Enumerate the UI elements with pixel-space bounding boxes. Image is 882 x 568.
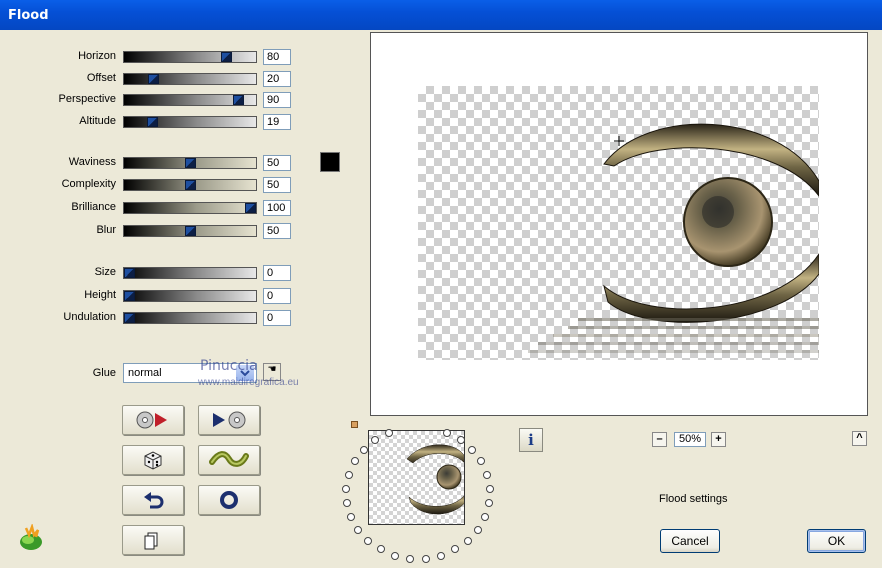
value-field-waviness[interactable]: 50	[263, 155, 291, 171]
slider-label-undulation: Undulation	[63, 311, 116, 323]
navigator-handle[interactable]	[351, 421, 358, 428]
slider-thumb[interactable]	[245, 203, 256, 213]
undo-button[interactable]	[122, 485, 184, 515]
status-text: Flood settings	[659, 493, 728, 505]
slider-height[interactable]	[123, 290, 257, 302]
wave-preset-button[interactable]	[198, 445, 260, 475]
slider-thumb[interactable]	[124, 313, 135, 323]
crosshair-cursor-icon	[614, 136, 624, 146]
copy-pages-icon	[144, 532, 158, 550]
slider-thumb[interactable]	[233, 95, 244, 105]
color-swatch[interactable]	[320, 152, 340, 172]
leaf-logo-icon	[20, 522, 42, 550]
random-button[interactable]	[122, 445, 184, 475]
slider-perspective[interactable]	[123, 94, 257, 106]
value-field-size[interactable]: 0	[263, 265, 291, 281]
disc-play-icon	[136, 411, 167, 429]
info-button[interactable]: i	[519, 428, 543, 452]
glue-label: Glue	[92, 367, 116, 379]
info-icon: i	[528, 431, 534, 449]
reset-button[interactable]	[198, 485, 260, 515]
zoom-in-button[interactable]: +	[711, 432, 726, 447]
zoom-level: 50%	[674, 432, 706, 447]
value-field-height[interactable]: 0	[263, 288, 291, 304]
slider-label-perspective: Perspective	[58, 93, 116, 105]
dial-dot[interactable]	[390, 551, 399, 560]
value-field-altitude[interactable]: 19	[263, 114, 291, 130]
dial-dot[interactable]	[421, 554, 430, 563]
water-reflection	[528, 318, 819, 353]
slider-label-height: Height	[84, 289, 116, 301]
slider-thumb[interactable]	[185, 158, 196, 168]
dial-dot[interactable]	[437, 551, 446, 560]
collapse-button[interactable]: ^	[852, 431, 867, 446]
slider-thumb[interactable]	[185, 180, 196, 190]
slider-label-blur: Blur	[96, 224, 116, 236]
slider-thumb[interactable]	[124, 291, 135, 301]
dial-dot[interactable]	[456, 435, 465, 444]
preview-artwork	[528, 123, 819, 353]
ring-icon	[220, 491, 238, 509]
slider-thumb[interactable]	[185, 226, 196, 236]
load-preset-button[interactable]	[122, 405, 184, 435]
value-field-blur[interactable]: 50	[263, 223, 291, 239]
thumbnail-artwork	[406, 444, 464, 515]
undo-icon	[144, 492, 164, 509]
slider-altitude[interactable]	[123, 116, 257, 128]
slider-label-complexity: Complexity	[61, 178, 116, 190]
slider-label-offset: Offset	[86, 72, 116, 84]
title-bar: Flood	[0, 0, 882, 30]
slider-thumb[interactable]	[148, 74, 159, 84]
value-field-perspective[interactable]: 90	[263, 92, 291, 108]
value-field-horizon[interactable]: 80	[263, 49, 291, 65]
zoom-out-button[interactable]: –	[652, 432, 667, 447]
hand-icon: ☚	[267, 364, 277, 375]
plugin-logo	[16, 522, 44, 552]
slider-label-altitude: Altitude	[79, 115, 116, 127]
value-field-brilliance[interactable]: 100	[263, 200, 291, 216]
slider-thumb[interactable]	[221, 52, 232, 62]
watermark-name: Pinuccia	[200, 358, 258, 374]
save-preset-button[interactable]	[198, 405, 260, 435]
dial-dot[interactable]	[406, 554, 415, 563]
slider-brilliance[interactable]	[123, 202, 257, 214]
watermark-url: www.maidiregrafica.eu	[198, 377, 299, 388]
ok-button[interactable]: OK	[807, 529, 866, 553]
window-title: Flood	[8, 8, 49, 23]
slider-horizon[interactable]	[123, 51, 257, 63]
dial-dot[interactable]	[359, 445, 368, 454]
slider-size[interactable]	[123, 267, 257, 279]
copy-button[interactable]	[122, 525, 184, 555]
slider-label-size: Size	[94, 266, 116, 278]
dial-dot[interactable]	[364, 536, 373, 545]
dial-dot[interactable]	[483, 470, 492, 479]
slider-offset[interactable]	[123, 73, 257, 85]
slider-label-waviness: Waviness	[68, 156, 116, 168]
dial-dot[interactable]	[354, 525, 363, 534]
dial-dot[interactable]	[384, 428, 393, 437]
dial-dot[interactable]	[485, 484, 494, 493]
dial-dot[interactable]	[463, 536, 472, 545]
cancel-button[interactable]: Cancel	[660, 529, 720, 553]
slider-thumb[interactable]	[124, 268, 135, 278]
value-field-undulation[interactable]: 0	[263, 310, 291, 326]
dice-icon	[144, 451, 162, 470]
slider-waviness[interactable]	[123, 157, 257, 169]
slider-complexity[interactable]	[123, 179, 257, 191]
dial-dot[interactable]	[346, 513, 355, 522]
wave-icon	[209, 451, 249, 467]
slider-label-horizon: Horizon	[78, 50, 116, 62]
slider-undulation[interactable]	[123, 312, 257, 324]
dial-dot[interactable]	[473, 525, 482, 534]
navigator-thumbnail[interactable]	[368, 430, 465, 525]
slider-label-brilliance: Brilliance	[71, 201, 116, 213]
dial-dot[interactable]	[342, 484, 351, 493]
value-field-complexity[interactable]: 50	[263, 177, 291, 193]
value-field-offset[interactable]: 20	[263, 71, 291, 87]
dial-dot[interactable]	[344, 470, 353, 479]
slider-thumb[interactable]	[147, 117, 158, 127]
slider-blur[interactable]	[123, 225, 257, 237]
play-disc-icon	[213, 411, 246, 429]
